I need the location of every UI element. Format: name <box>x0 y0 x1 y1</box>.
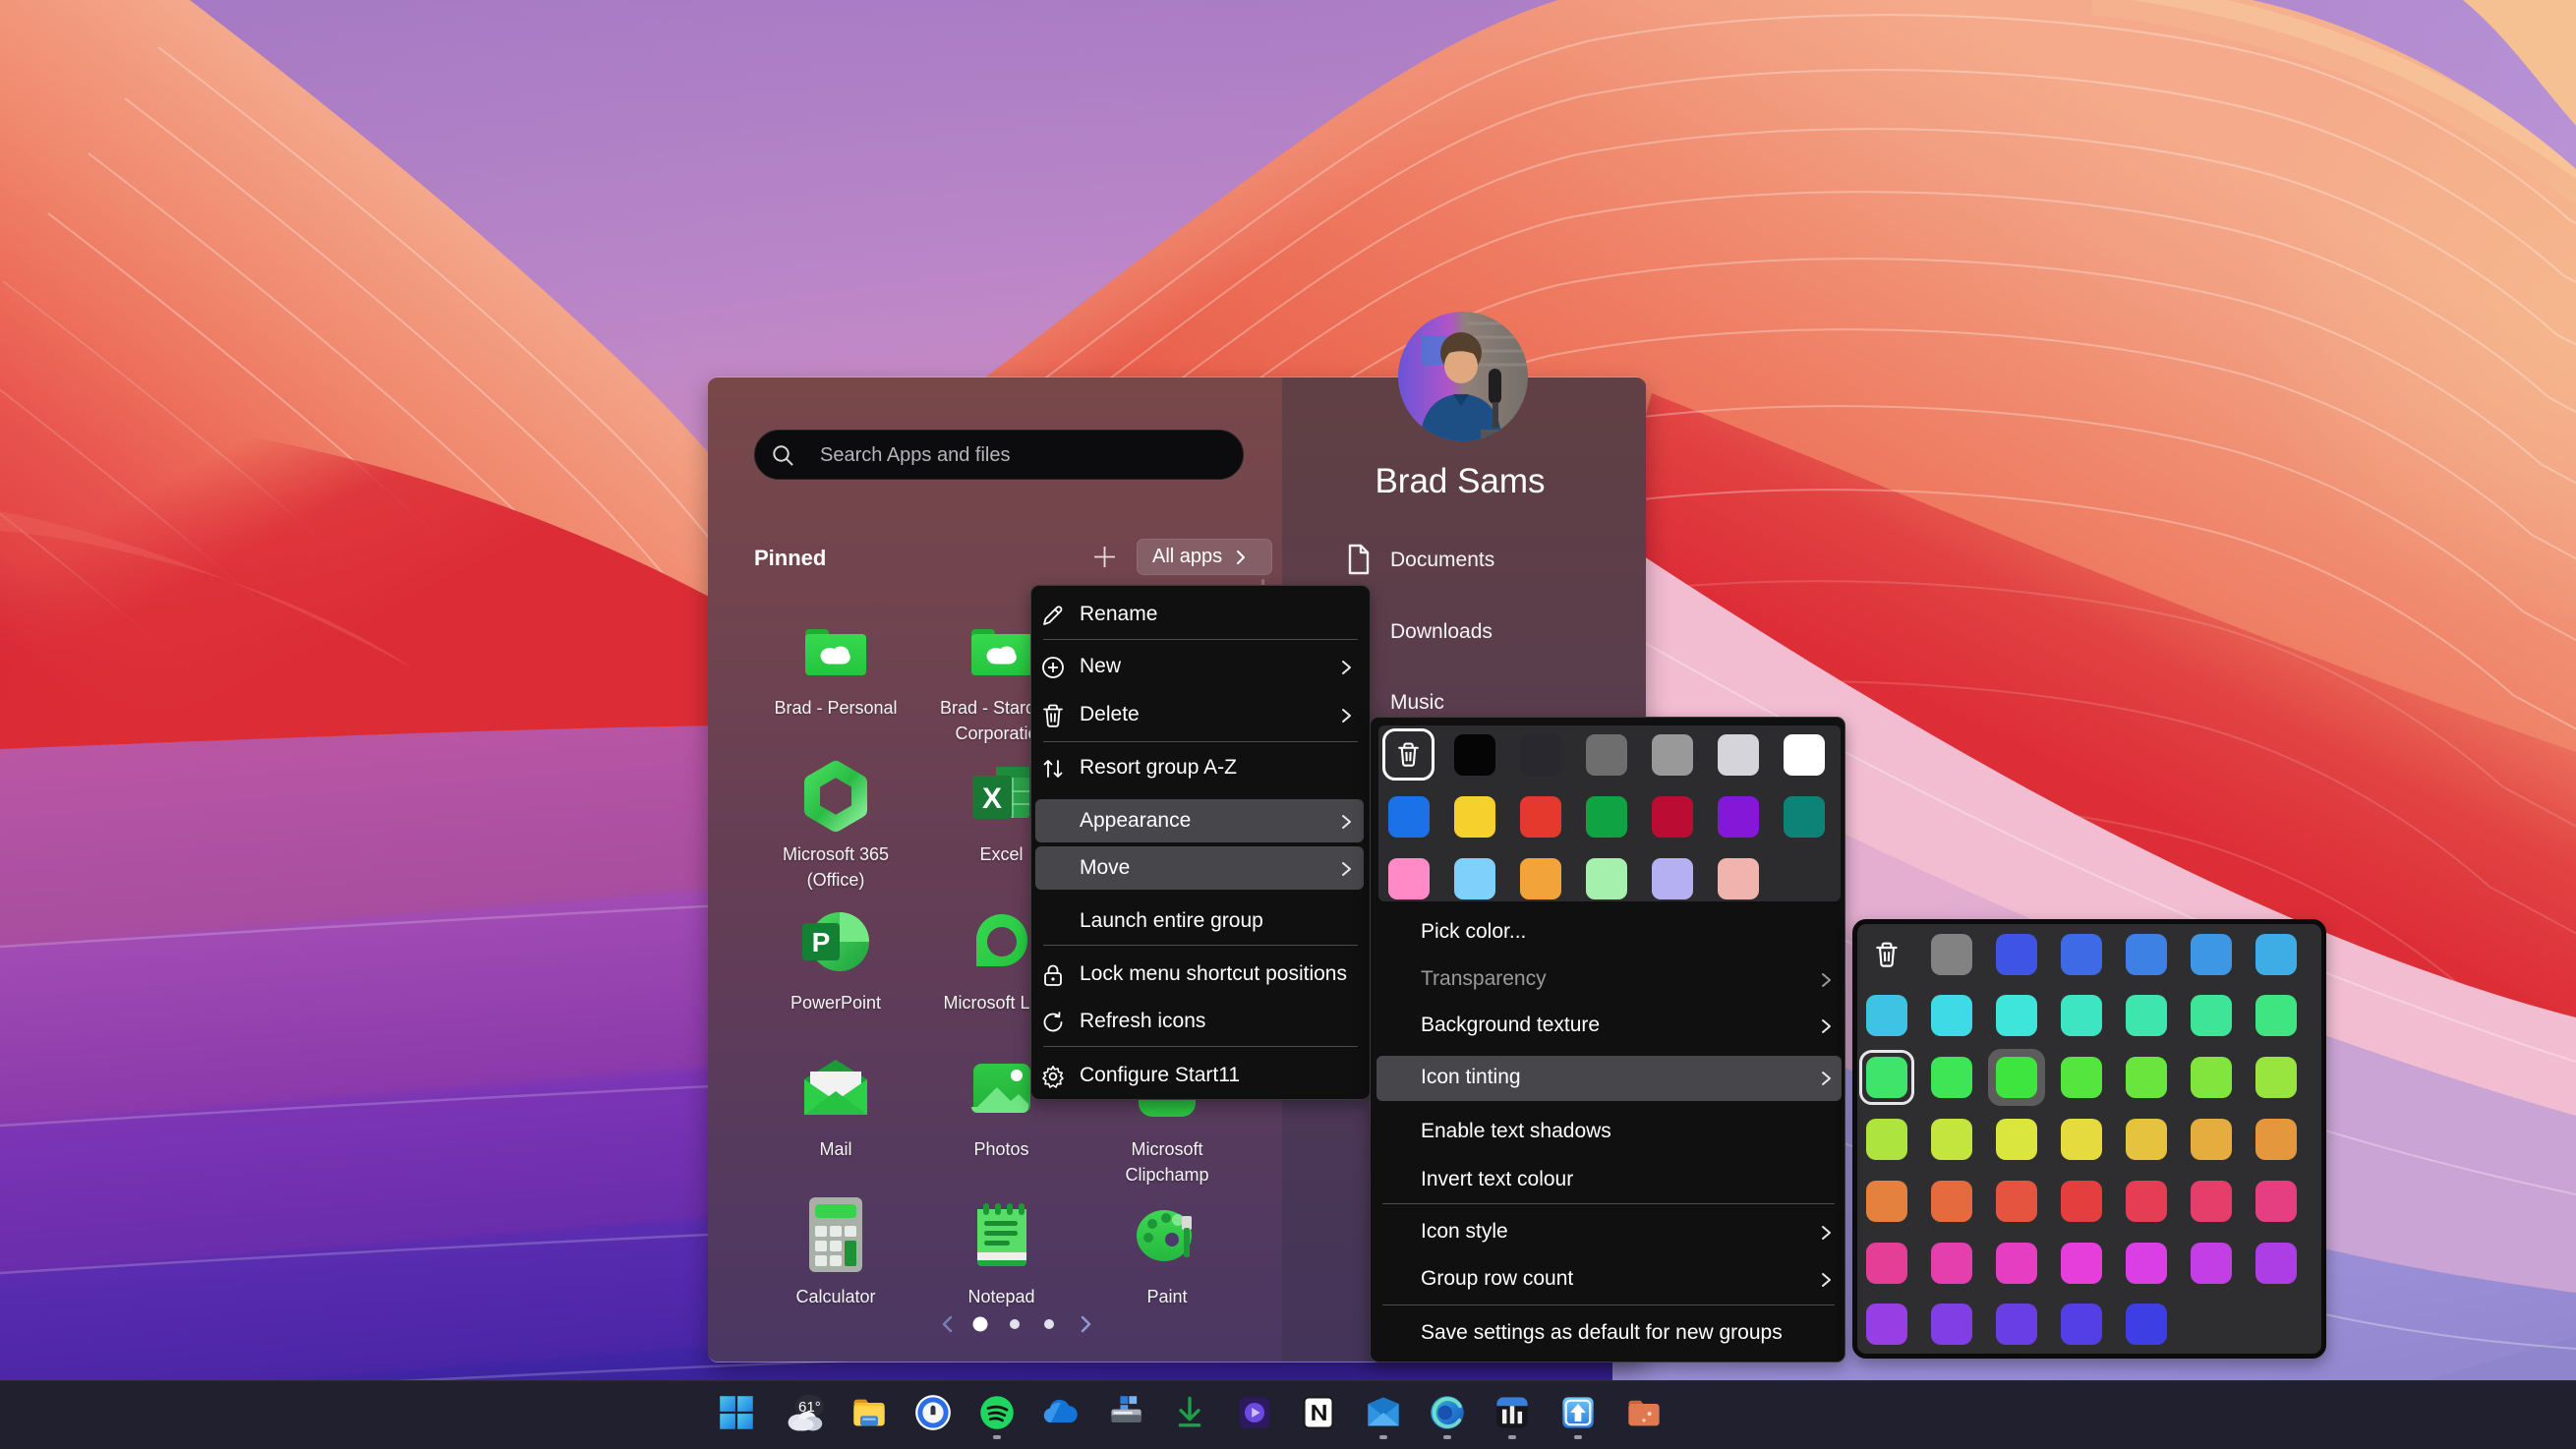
svg-text:X: X <box>981 782 1001 815</box>
svg-text:P: P <box>812 927 831 957</box>
